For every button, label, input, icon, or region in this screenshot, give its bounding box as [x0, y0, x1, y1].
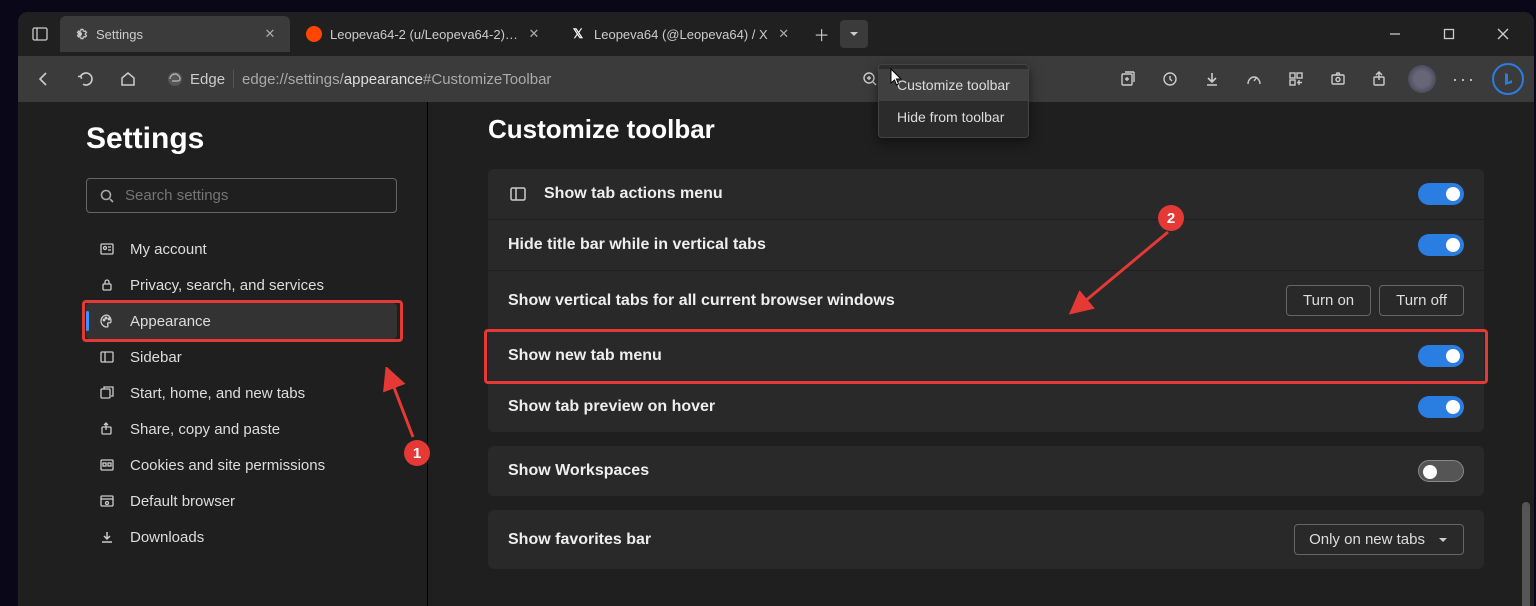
search-input[interactable]	[125, 187, 384, 204]
window-controls	[1372, 18, 1526, 50]
tab-title: Leopeva64-2 (u/Leopeva64-2) - |	[330, 27, 518, 42]
favorites-card: Show favorites bar Only on new tabs	[488, 510, 1484, 569]
scrollbar[interactable]	[1522, 502, 1530, 606]
close-window-button[interactable]	[1480, 18, 1526, 50]
reddit-icon	[306, 26, 322, 42]
row-tab-actions: Show tab actions menu	[488, 169, 1484, 220]
extensions-icon[interactable]	[1282, 65, 1310, 93]
appearance-icon	[98, 312, 116, 330]
close-icon[interactable]: ✕	[526, 26, 542, 42]
minimize-button[interactable]	[1372, 18, 1418, 50]
titlebar: Settings ✕ Leopeva64-2 (u/Leopeva64-2) -…	[18, 12, 1534, 56]
tab-actions-icon[interactable]	[26, 20, 54, 48]
row-workspaces: Show Workspaces	[488, 446, 1484, 496]
mouse-cursor	[890, 68, 904, 86]
settings-main: Customize toolbar Show tab actions menu …	[428, 102, 1534, 606]
share-icon	[98, 420, 116, 438]
account-icon	[98, 240, 116, 258]
downloads-icon[interactable]	[1198, 65, 1226, 93]
settings-sidebar: Settings My account Privacy, search, and…	[18, 102, 428, 606]
row-vertical-tabs: Show vertical tabs for all current brows…	[488, 271, 1484, 331]
chevron-down-icon	[1437, 534, 1449, 546]
tab-title: Leopeva64 (@Leopeva64) / X	[594, 27, 768, 42]
row-new-tab-menu: Show new tab menu	[488, 331, 1484, 382]
tab-reddit[interactable]: Leopeva64-2 (u/Leopeva64-2) - | ✕	[294, 16, 554, 52]
sidebar-item-share[interactable]: Share, copy and paste	[86, 411, 397, 447]
toggle-workspaces[interactable]	[1418, 460, 1464, 482]
tab-x[interactable]: 𝕏 Leopeva64 (@Leopeva64) / X ✕	[558, 16, 804, 52]
sidebar-icon	[98, 348, 116, 366]
sidebar-item-start[interactable]: Start, home, and new tabs	[86, 375, 397, 411]
collections-icon[interactable]	[1114, 65, 1142, 93]
favorites-bar-select[interactable]: Only on new tabs	[1294, 524, 1464, 555]
row-favorites-bar: Show favorites bar Only on new tabs	[488, 510, 1484, 569]
sidebar-title: Settings	[86, 122, 397, 156]
toggle-hide-title[interactable]	[1418, 234, 1464, 256]
panel-icon	[508, 184, 528, 204]
lock-icon	[98, 276, 116, 294]
sidebar-item-privacy[interactable]: Privacy, search, and services	[86, 267, 397, 303]
edge-icon	[166, 70, 184, 88]
history-icon[interactable]	[1156, 65, 1184, 93]
gear-icon	[72, 26, 88, 42]
sidebar-item-account[interactable]: My account	[86, 231, 397, 267]
annotation-marker-2: 2	[1158, 205, 1184, 231]
sidebar-item-downloads[interactable]: Downloads	[86, 519, 397, 555]
tab-title: Settings	[96, 27, 254, 42]
tab-settings[interactable]: Settings ✕	[60, 16, 290, 52]
bing-chat-button[interactable]	[1492, 63, 1524, 95]
brand-label: Edge	[190, 71, 225, 88]
cookies-icon	[98, 456, 116, 474]
sidebar-item-sidebar[interactable]: Sidebar	[86, 339, 397, 375]
tabs-icon	[98, 384, 116, 402]
close-icon[interactable]: ✕	[262, 26, 278, 42]
address-bar[interactable]: Edge edge://settings/appearance#Customiz…	[158, 70, 551, 88]
x-logo-icon: 𝕏	[570, 26, 586, 42]
annotation-marker-1: 1	[404, 440, 430, 466]
refresh-button[interactable]	[70, 63, 102, 95]
url-text: edge://settings/appearance#CustomizeTool…	[242, 71, 551, 88]
new-tab-button[interactable]: ＋	[808, 20, 836, 48]
turn-off-button[interactable]: Turn off	[1379, 285, 1464, 316]
toolbar: Edge edge://settings/appearance#Customiz…	[18, 56, 1534, 102]
sidebar-item-cookies[interactable]: Cookies and site permissions	[86, 447, 397, 483]
performance-icon[interactable]	[1240, 65, 1268, 93]
home-button[interactable]	[112, 63, 144, 95]
toolbar-settings-card: Show tab actions menu Hide title bar whi…	[488, 169, 1484, 432]
maximize-button[interactable]	[1426, 18, 1472, 50]
toggle-tab-actions[interactable]	[1418, 183, 1464, 205]
back-button[interactable]	[28, 63, 60, 95]
profile-avatar[interactable]	[1408, 65, 1436, 93]
close-icon[interactable]: ✕	[776, 26, 792, 42]
browser-window: Settings ✕ Leopeva64-2 (u/Leopeva64-2) -…	[18, 12, 1534, 606]
browser-icon	[98, 492, 116, 510]
menu-item-hide-toolbar[interactable]: Hide from toolbar	[879, 101, 1028, 133]
share-icon[interactable]	[1366, 65, 1394, 93]
sidebar-item-appearance[interactable]: Appearance	[86, 303, 397, 339]
turn-on-button[interactable]: Turn on	[1286, 285, 1371, 316]
content: Settings My account Privacy, search, and…	[18, 102, 1534, 606]
tabs: Settings ✕ Leopeva64-2 (u/Leopeva64-2) -…	[60, 16, 868, 52]
download-icon	[98, 528, 116, 546]
screenshot-icon[interactable]	[1324, 65, 1352, 93]
row-tab-preview: Show tab preview on hover	[488, 382, 1484, 432]
more-icon[interactable]: ···	[1450, 65, 1478, 93]
row-hide-title: Hide title bar while in vertical tabs	[488, 220, 1484, 271]
toggle-new-tab-menu[interactable]	[1418, 345, 1464, 367]
sidebar-item-default[interactable]: Default browser	[86, 483, 397, 519]
tab-dropdown-button[interactable]	[840, 20, 868, 48]
workspaces-card: Show Workspaces	[488, 446, 1484, 496]
toggle-tab-preview[interactable]	[1418, 396, 1464, 418]
search-icon	[99, 188, 115, 204]
search-settings[interactable]	[86, 178, 397, 213]
